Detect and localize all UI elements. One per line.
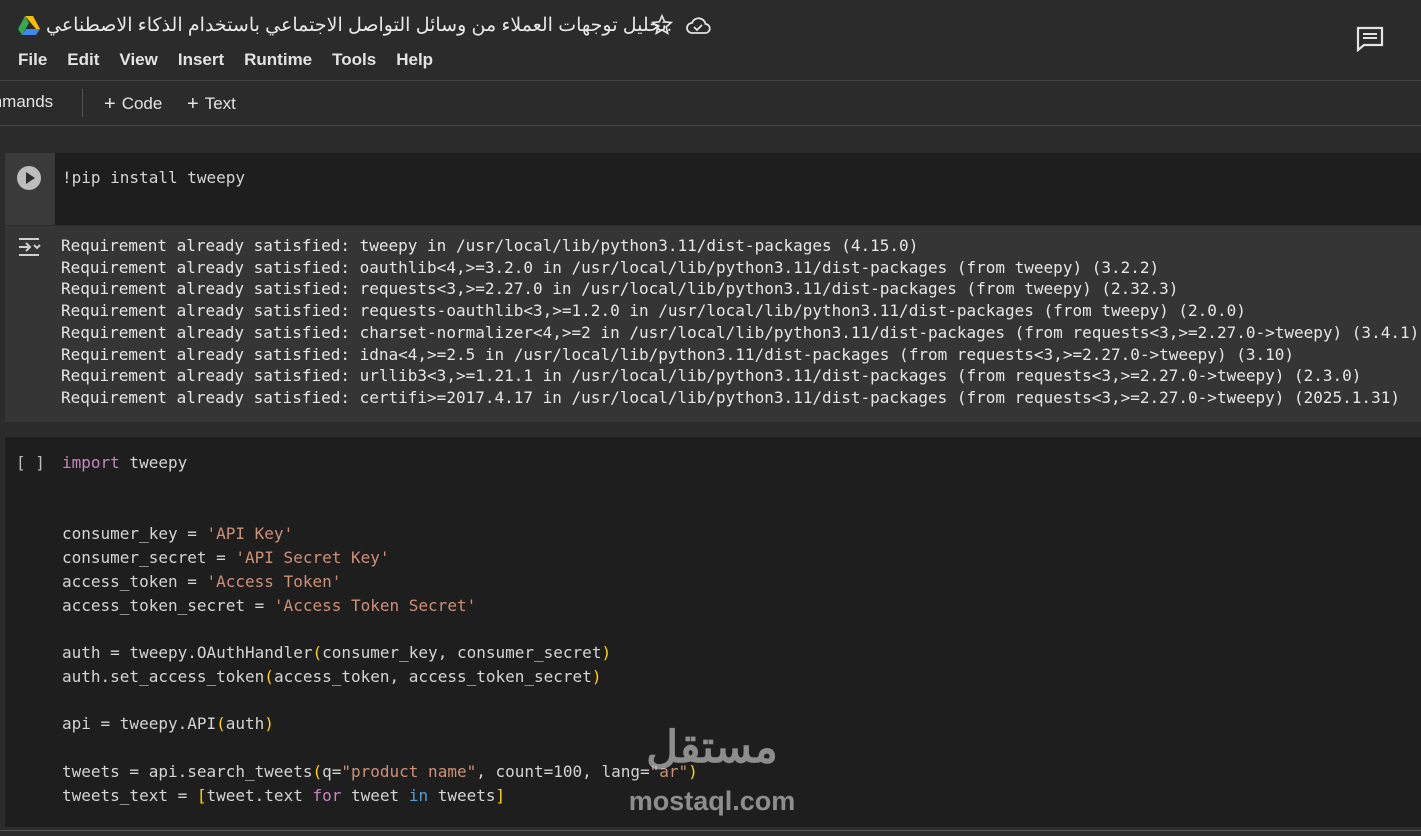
output-line: Requirement already satisfied: idna<4,>=… — [61, 344, 1294, 364]
cloud-icon[interactable] — [685, 15, 711, 37]
toolbar-divider — [82, 89, 83, 117]
code-text: api = tweepy.API — [62, 714, 217, 733]
cell-output: Requirement already satisfied: tweepy in… — [5, 226, 1421, 422]
output-line: Requirement already satisfied: oauthlib<… — [61, 257, 1160, 277]
code-cell-1[interactable]: !pip install tweepy — [5, 153, 1421, 225]
string-literal: 'API Key' — [206, 524, 294, 543]
string-literal: "product name" — [341, 762, 477, 781]
paren: ) — [264, 714, 274, 733]
code-text: auth.set_access_token — [62, 667, 265, 686]
menu-help[interactable]: Help — [396, 50, 433, 70]
run-cell-icon[interactable] — [17, 166, 41, 190]
title-bar: .تحليل توجهات العملاء من وسائل التواصل ا… — [0, 0, 1421, 81]
code-line[interactable]: access_token = 'Access Token' — [62, 572, 341, 591]
bracket: [ — [196, 786, 207, 805]
menu-tools[interactable]: Tools — [332, 50, 376, 70]
code-line[interactable]: consumer_key = 'API Key' — [62, 524, 293, 543]
output-line: Requirement already satisfied: requests-… — [61, 301, 1246, 321]
code-line[interactable]: api = tweepy.API(auth) — [62, 714, 274, 733]
keyword: import — [62, 453, 120, 472]
code-text: tweets — [428, 786, 496, 805]
paren: ( — [264, 667, 274, 686]
divider — [0, 830, 1421, 831]
watermark-latin: mostaql.com — [628, 786, 796, 816]
string-literal: 'Access Token Secret' — [273, 596, 477, 615]
code-text: tweet.text — [206, 786, 313, 805]
menu-runtime[interactable]: Runtime — [244, 50, 312, 70]
code-text: tweets_text = — [62, 786, 197, 805]
paren: ( — [312, 762, 323, 781]
code-line[interactable]: tweets_text = [tweet.text for tweet in t… — [62, 786, 505, 805]
menu-insert[interactable]: Insert — [178, 50, 224, 70]
output-line: Requirement already satisfied: certifi>=… — [61, 387, 1400, 407]
comment-icon[interactable] — [1356, 26, 1384, 52]
watermark-arabic: مستقل — [646, 723, 778, 772]
keyword: in — [408, 786, 429, 805]
plus-icon: + — [104, 93, 116, 115]
code-text: q= — [322, 762, 342, 781]
menu-edit[interactable]: Edit — [67, 50, 99, 70]
keyword: for — [312, 786, 342, 805]
code-text: tweepy — [119, 453, 188, 472]
bracket: ] — [495, 786, 506, 805]
code-line[interactable]: tweets = api.search_tweets(q="product na… — [62, 762, 698, 781]
code-text: auth — [225, 714, 265, 733]
code-text: access_token_secret = — [62, 596, 274, 615]
code-text: tweet — [341, 786, 409, 805]
plus-icon: + — [187, 93, 199, 115]
menu-bar: File Edit View Insert Runtime Tools Help — [18, 50, 453, 70]
output-line: Requirement already satisfied: tweepy in… — [61, 236, 919, 255]
code-text: tweets = api.search_tweets — [62, 762, 313, 781]
code-text: access_token, access_token_secret — [273, 667, 592, 686]
output-line: Requirement already satisfied: charset-n… — [61, 322, 1420, 342]
star-icon[interactable] — [651, 14, 673, 36]
code-line[interactable]: consumer_secret = 'API Secret Key' — [62, 548, 390, 567]
menu-view[interactable]: View — [119, 50, 157, 70]
code-text: consumer_secret = — [62, 548, 236, 567]
code-line[interactable]: auth = tweepy.OAuthHandler(consumer_key,… — [62, 643, 611, 662]
execution-count[interactable]: [ ] — [16, 453, 45, 472]
output-line: Requirement already satisfied: urllib3<3… — [61, 366, 1362, 386]
toolbar: mmands + Code + Text — [0, 81, 1421, 126]
paren: ) — [601, 643, 612, 662]
paren: ( — [312, 643, 323, 662]
code-line[interactable]: auth.set_access_token(access_token, acce… — [62, 667, 601, 686]
add-code-button[interactable]: + Code — [104, 92, 162, 115]
code-text: access_token = — [62, 572, 207, 591]
output-toggle-icon[interactable] — [17, 236, 43, 258]
notebook-title[interactable]: .تحليل توجهات العملاء من وسائل التواصل ا… — [46, 14, 672, 37]
watermark-logo: مستقل mostaql.com — [622, 722, 802, 822]
cell-gutter — [5, 153, 55, 225]
string-literal: 'Access Token' — [206, 572, 342, 591]
add-text-label: Text — [204, 94, 236, 113]
cell-code[interactable]: !pip install tweepy — [62, 168, 245, 187]
code-text: consumer_key = — [62, 524, 207, 543]
add-text-button[interactable]: + Text — [187, 92, 236, 115]
commands-button[interactable]: mmands — [0, 92, 53, 112]
drive-logo-icon[interactable] — [18, 16, 40, 36]
output-line: Requirement already satisfied: requests<… — [61, 279, 1179, 299]
menu-file[interactable]: File — [18, 50, 47, 70]
code-line[interactable]: access_token_secret = 'Access Token Secr… — [62, 596, 476, 615]
string-literal: 'API Secret Key' — [235, 548, 390, 567]
code-line[interactable]: import tweepy — [62, 453, 187, 472]
paren: ( — [216, 714, 226, 733]
paren: ) — [591, 667, 602, 686]
add-code-label: Code — [121, 94, 163, 113]
code-text: consumer_key, consumer_secret — [322, 643, 602, 662]
code-text: auth = tweepy.OAuthHandler — [62, 643, 313, 662]
output-text: Requirement already satisfied: tweepy in… — [61, 235, 1419, 409]
